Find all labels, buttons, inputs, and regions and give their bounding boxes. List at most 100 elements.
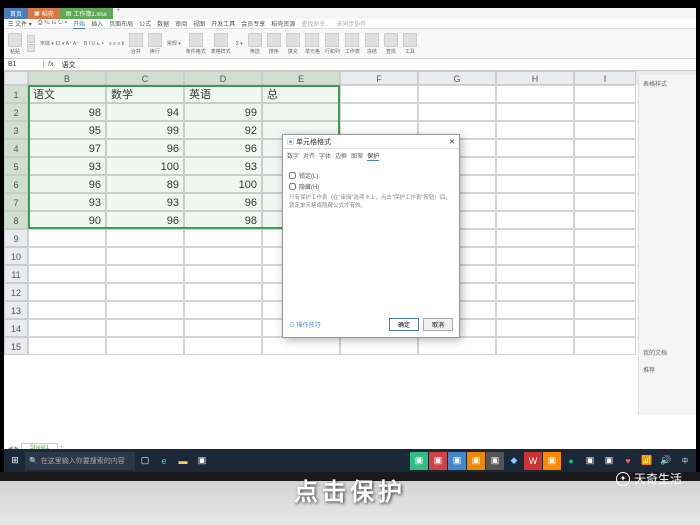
menu-review[interactable]: 审阅 bbox=[175, 19, 187, 28]
cell[interactable]: 英语 bbox=[184, 85, 262, 103]
cell[interactable]: 92 bbox=[184, 121, 262, 139]
cell[interactable]: 96 bbox=[184, 193, 262, 211]
cell[interactable] bbox=[496, 175, 574, 193]
cell[interactable] bbox=[496, 265, 574, 283]
row-header[interactable]: 1 bbox=[4, 85, 28, 103]
cell[interactable]: 98 bbox=[28, 103, 106, 121]
cell[interactable] bbox=[496, 85, 574, 103]
cell[interactable]: 93 bbox=[184, 157, 262, 175]
cancel-button[interactable]: 取消 bbox=[423, 318, 453, 331]
explorer-icon[interactable]: ▬ bbox=[174, 452, 192, 470]
cell[interactable] bbox=[340, 337, 418, 355]
tips-link[interactable]: ⊙ 操作技巧 bbox=[289, 320, 321, 329]
cell[interactable] bbox=[496, 157, 574, 175]
sort-icon[interactable] bbox=[267, 33, 281, 47]
cell[interactable] bbox=[574, 229, 636, 247]
col-header[interactable]: F bbox=[340, 71, 418, 85]
row-header[interactable]: 3 bbox=[4, 121, 28, 139]
col-header[interactable]: D bbox=[184, 71, 262, 85]
cell[interactable] bbox=[574, 193, 636, 211]
cell[interactable]: 93 bbox=[106, 193, 184, 211]
side-sub1[interactable]: 我的文档 bbox=[643, 348, 692, 357]
tray-icon[interactable]: W bbox=[524, 452, 542, 470]
col-header[interactable]: E bbox=[262, 71, 340, 85]
cell[interactable] bbox=[28, 265, 106, 283]
cell[interactable] bbox=[418, 103, 496, 121]
cell[interactable] bbox=[496, 139, 574, 157]
tray-icon[interactable]: ● bbox=[562, 452, 580, 470]
menu-layout[interactable]: 页面布局 bbox=[109, 19, 133, 28]
cell[interactable] bbox=[574, 139, 636, 157]
edge-icon[interactable]: e bbox=[155, 452, 173, 470]
tray-icon[interactable]: ▣ bbox=[543, 452, 561, 470]
tray-icon[interactable]: 中 bbox=[676, 452, 694, 470]
fill-icon[interactable] bbox=[286, 33, 300, 47]
tray-icon[interactable]: 📶 bbox=[638, 452, 656, 470]
menu-coop[interactable]: 未同步协作 bbox=[336, 19, 366, 28]
cell[interactable] bbox=[574, 121, 636, 139]
row-header[interactable]: 8 bbox=[4, 211, 28, 229]
cell-icon[interactable] bbox=[305, 33, 319, 47]
cell[interactable] bbox=[574, 283, 636, 301]
cell[interactable] bbox=[496, 319, 574, 337]
cell[interactable] bbox=[28, 301, 106, 319]
cell[interactable] bbox=[496, 301, 574, 319]
tools-icon[interactable] bbox=[403, 33, 417, 47]
ok-button[interactable]: 确定 bbox=[389, 318, 419, 331]
col-header[interactable]: C bbox=[106, 71, 184, 85]
cell[interactable] bbox=[184, 283, 262, 301]
menu-data[interactable]: 数据 bbox=[157, 19, 169, 28]
close-icon[interactable]: ✕ bbox=[449, 138, 455, 146]
fx-icon[interactable]: fx bbox=[44, 61, 57, 68]
cell[interactable]: 100 bbox=[184, 175, 262, 193]
cell[interactable] bbox=[340, 103, 418, 121]
menu-start[interactable]: 开始 bbox=[73, 19, 85, 29]
menu-dev[interactable]: 开发工具 bbox=[211, 19, 235, 28]
menu-res[interactable]: 稻壳资源 bbox=[271, 19, 295, 28]
cell[interactable] bbox=[106, 319, 184, 337]
cell[interactable]: 总 bbox=[262, 85, 340, 103]
cell[interactable] bbox=[496, 283, 574, 301]
taskbar-search[interactable]: 🔍 在这里输入你要搜索的内容 bbox=[25, 452, 135, 470]
row-header[interactable]: 6 bbox=[4, 175, 28, 193]
cell[interactable] bbox=[106, 229, 184, 247]
cell[interactable] bbox=[106, 265, 184, 283]
cell[interactable] bbox=[106, 337, 184, 355]
cell[interactable] bbox=[184, 301, 262, 319]
menu-formula[interactable]: 公式 bbox=[139, 19, 151, 28]
formula-input[interactable]: 语文 bbox=[57, 60, 696, 70]
tray-icon[interactable]: ▣ bbox=[600, 452, 618, 470]
cell[interactable]: 99 bbox=[106, 121, 184, 139]
cell[interactable] bbox=[496, 193, 574, 211]
row-header[interactable]: 5 bbox=[4, 157, 28, 175]
cell[interactable] bbox=[262, 103, 340, 121]
cell[interactable] bbox=[28, 319, 106, 337]
cell[interactable]: 96 bbox=[106, 139, 184, 157]
tab-pattern[interactable]: 图案 bbox=[351, 151, 363, 161]
tray-icon[interactable]: ▣ bbox=[486, 452, 504, 470]
cell[interactable]: 96 bbox=[184, 139, 262, 157]
menu-search[interactable]: 查找命令... bbox=[301, 19, 330, 28]
cell[interactable] bbox=[418, 337, 496, 355]
cell[interactable]: 100 bbox=[106, 157, 184, 175]
filter-icon[interactable] bbox=[248, 33, 262, 47]
name-box[interactable]: B1 bbox=[4, 61, 44, 68]
cell[interactable] bbox=[106, 283, 184, 301]
tab-number[interactable]: 数字 bbox=[287, 151, 299, 161]
cell[interactable]: 93 bbox=[28, 193, 106, 211]
cell[interactable] bbox=[496, 337, 574, 355]
tab-font[interactable]: 字体 bbox=[319, 151, 331, 161]
cell[interactable]: 90 bbox=[28, 211, 106, 229]
cell[interactable] bbox=[28, 229, 106, 247]
menu-vip[interactable]: 会员专享 bbox=[241, 19, 265, 28]
merge-icon[interactable] bbox=[129, 33, 143, 47]
cell[interactable] bbox=[574, 247, 636, 265]
row-header[interactable]: 15 bbox=[4, 337, 28, 355]
hide-checkbox[interactable]: 隐藏(H) bbox=[289, 182, 453, 191]
row-header[interactable]: 14 bbox=[4, 319, 28, 337]
freeze-icon[interactable] bbox=[365, 33, 379, 47]
wrap-icon[interactable] bbox=[148, 33, 162, 47]
cell[interactable] bbox=[184, 337, 262, 355]
cut-icon[interactable] bbox=[27, 35, 35, 43]
app-icon[interactable]: ▣ bbox=[193, 452, 211, 470]
